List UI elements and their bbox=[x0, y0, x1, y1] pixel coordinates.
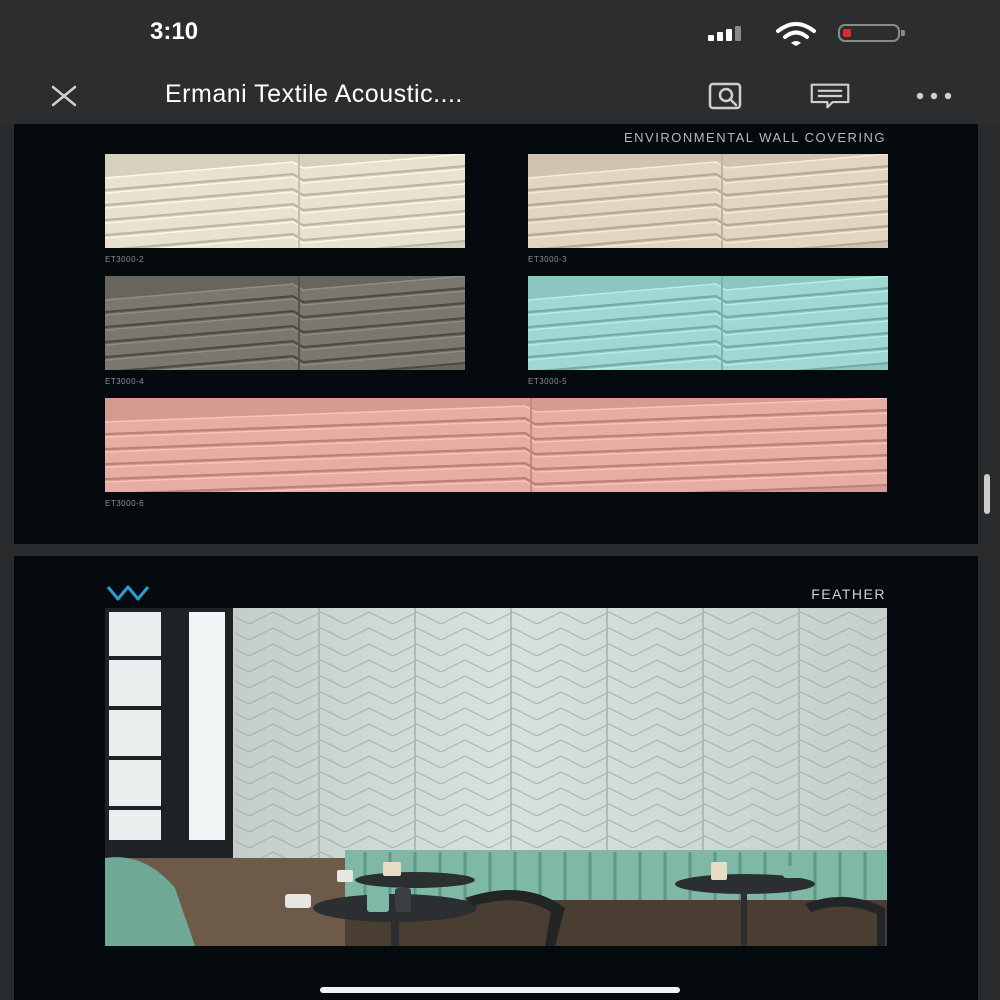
swatch-code: ET3000-5 bbox=[528, 377, 568, 386]
swatch-et3000-3 bbox=[528, 154, 888, 248]
battery-icon bbox=[838, 24, 900, 42]
cellular-signal-icon bbox=[708, 26, 741, 41]
swatch-et3000-2 bbox=[105, 154, 465, 248]
document-viewer[interactable]: ENVIRONMENTAL WALL COVERING ET3000-2 ET3… bbox=[0, 124, 1000, 1000]
pdf-page-wall-covering: ENVIRONMENTAL WALL COVERING ET3000-2 ET3… bbox=[14, 124, 978, 544]
status-time: 3:10 bbox=[150, 18, 199, 45]
brand-logo-icon bbox=[106, 584, 150, 607]
swatch-code: ET3000-4 bbox=[105, 377, 145, 386]
swatch-code: ET3000-3 bbox=[528, 255, 568, 264]
more-options-icon[interactable] bbox=[914, 78, 954, 114]
swatch-et3000-4 bbox=[105, 276, 465, 370]
swatch-code: ET3000-2 bbox=[105, 255, 145, 264]
status-bar: 3:10 bbox=[0, 0, 1000, 68]
comment-icon[interactable] bbox=[810, 78, 850, 114]
document-nav-bar: Ermani Textile Acoustic.... bbox=[0, 68, 1000, 124]
scrollbar-thumb[interactable] bbox=[984, 474, 990, 514]
find-in-document-icon[interactable] bbox=[706, 78, 746, 114]
close-icon[interactable] bbox=[44, 78, 84, 114]
section-title: ENVIRONMENTAL WALL COVERING bbox=[623, 130, 886, 145]
battery-tip bbox=[901, 30, 905, 36]
interior-photo bbox=[105, 608, 887, 946]
pdf-page-feather: FEATHER bbox=[14, 556, 978, 1000]
document-title: Ermani Textile Acoustic.... bbox=[165, 80, 463, 108]
page-title: FEATHER bbox=[811, 586, 886, 602]
home-indicator[interactable] bbox=[320, 987, 680, 993]
swatch-code: ET3000-6 bbox=[105, 499, 145, 508]
wifi-icon bbox=[775, 22, 817, 51]
swatch-et3000-6 bbox=[105, 398, 887, 492]
swatch-et3000-5 bbox=[528, 276, 888, 370]
